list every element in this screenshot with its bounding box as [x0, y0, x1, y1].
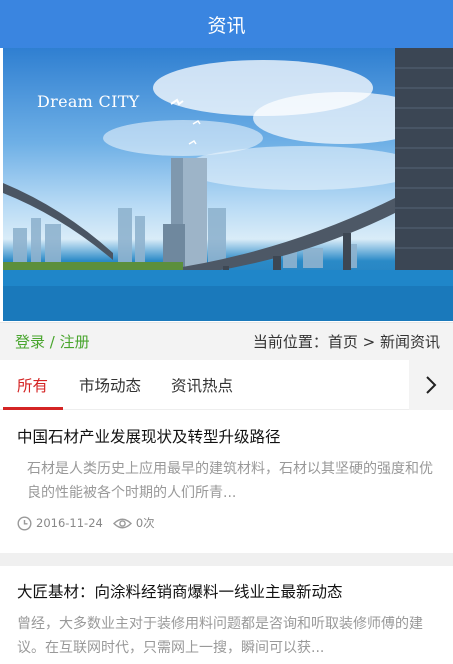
view-count: 0次 — [135, 516, 155, 530]
breadcrumb: 当前位置：首页 > 新闻资讯 — [252, 333, 440, 351]
article-title[interactable]: 中国石材产业发展现状及转型升级路径 — [17, 426, 438, 448]
banner-image[interactable]: Dream CITY — [3, 48, 453, 321]
divider — [0, 553, 453, 566]
eye-icon — [112, 517, 132, 530]
tab-label: 资讯热点 — [171, 376, 234, 395]
article-title[interactable]: 大匠基材：向涂料经销商爆料一线业主最新动态 — [17, 581, 438, 603]
location-bar: 登录 / 注册 当前位置：首页 > 新闻资讯 — [0, 322, 453, 360]
article-summary: 石材是人类历史上应用最早的建筑材料，石材以其坚硬的强度和优良的性能被各个时期的人… — [27, 461, 433, 501]
tab-hot-topics[interactable]: 资讯热点 — [171, 360, 233, 410]
article-date: 2016-11-24 — [36, 516, 103, 530]
tab-all[interactable]: 所有 — [2, 360, 64, 410]
login-register-link[interactable]: 登录 / 注册 — [15, 331, 90, 352]
city-illustration — [3, 48, 453, 321]
banner-title: Dream CITY — [37, 92, 140, 111]
article-item[interactable]: 中国石材产业发展现状及转型升级路径 石材是人类历史上应用最早的建筑材料，石材以其… — [0, 411, 453, 553]
article-meta: 2016-11-24 0次 — [17, 515, 438, 531]
tab-market-news[interactable]: 市场动态 — [79, 360, 141, 410]
page-title: 资讯 — [207, 14, 246, 37]
article-views: 0次 — [112, 515, 155, 531]
clock-icon — [17, 515, 32, 531]
tab-label: 市场动态 — [79, 376, 142, 395]
article-summary: 曾经，大多数业主对于装修用料问题都是咨询和听取装修师傅的建议。在互联网时代，只需… — [17, 616, 423, 656]
tab-label: 所有 — [17, 376, 49, 395]
tabs-more-button[interactable] — [409, 360, 453, 410]
chevron-right-icon — [426, 376, 437, 394]
article-item[interactable]: 大匠基材：向涂料经销商爆料一线业主最新动态 曾经，大多数业主对于装修用料问题都是… — [0, 566, 453, 664]
category-tabs: 所有 市场动态 资讯热点 — [0, 360, 453, 410]
app-header: 资讯 — [0, 0, 453, 48]
